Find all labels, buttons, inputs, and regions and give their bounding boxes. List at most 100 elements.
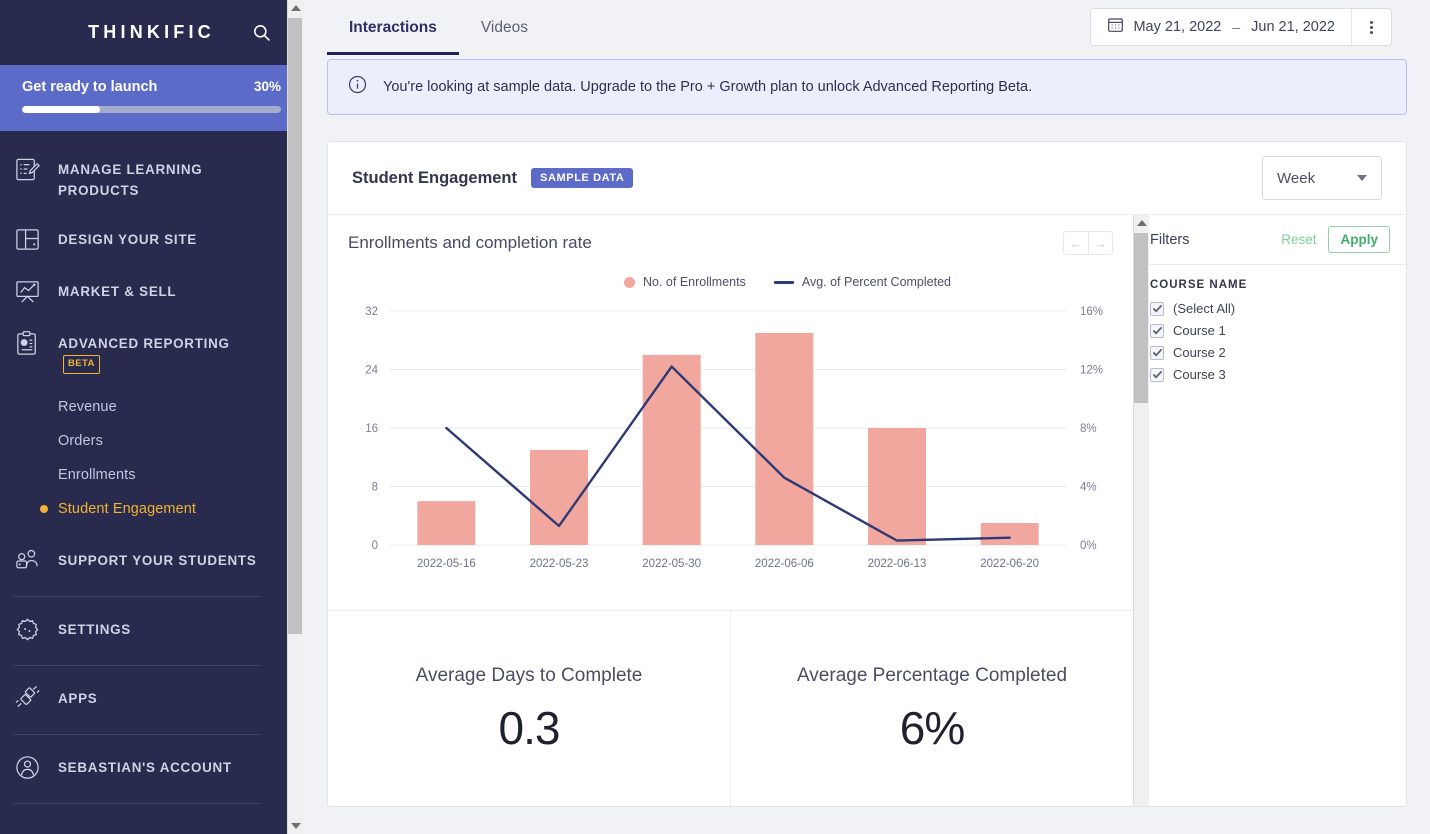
chart-container: Enrollments and completion rate ← → No. … — [328, 215, 1133, 610]
sidebar-subitem-label: Student Engagement — [58, 501, 197, 518]
checkbox-checked-icon[interactable] — [1150, 301, 1164, 316]
sidebar-item-label: ADVANCED REPORTING BETA — [58, 332, 263, 376]
card-scrollbar-thumb[interactable] — [1134, 233, 1148, 403]
tab-videos[interactable]: Videos — [459, 0, 550, 55]
filter-option-select-all[interactable]: (Select All) — [1150, 301, 1390, 316]
sidebar-header: THINKIFIC — [0, 0, 303, 65]
stat-value: 6% — [899, 701, 965, 754]
sidebar-item-revenue[interactable]: Revenue — [0, 390, 281, 424]
reset-button[interactable]: Reset — [1281, 232, 1316, 247]
filter-option-label: Course 3 — [1173, 367, 1226, 382]
active-indicator-dot — [40, 505, 48, 514]
sidebar-item-label: MARKET & SELL — [58, 283, 177, 299]
filter-option-course-2[interactable]: Course 2 — [1150, 345, 1390, 360]
apply-button[interactable]: Apply — [1328, 226, 1390, 253]
sidebar-item-enrollments[interactable]: Enrollments — [0, 458, 281, 492]
filters-title: Filters — [1150, 231, 1190, 248]
chart-svg: 0 8 16 24 32 0% 4% 8% 12% 16% 2022-05-16 2022-05-23… — [365, 306, 1103, 570]
chevron-down-icon — [1357, 175, 1367, 181]
svg-text:2022-06-20: 2022-06-20 — [980, 558, 1039, 570]
scroll-up-arrow-icon[interactable] — [1134, 215, 1150, 231]
svg-text:2022-06-06: 2022-06-06 — [755, 558, 814, 570]
scroll-down-arrow-icon[interactable] — [288, 818, 304, 834]
main-area: Interactions Videos May 21, 2022 – Jun 2… — [303, 0, 1430, 834]
app-root: THINKIFIC Get ready to launch 30% MANAGE… — [0, 0, 1430, 834]
sidebar-item-design-your-site[interactable]: DESIGN YOUR SITE — [0, 215, 281, 267]
sidebar-item-label: APPS — [58, 691, 98, 707]
period-select-value: Week — [1277, 169, 1316, 187]
svg-text:4%: 4% — [1080, 482, 1097, 494]
card-body: Enrollments and completion rate ← → No. … — [328, 214, 1406, 806]
launch-progress-panel[interactable]: Get ready to launch 30% — [0, 65, 303, 131]
banner-text: You're looking at sample data. Upgrade t… — [383, 79, 1033, 95]
sidebar-item-market-and-sell[interactable]: MARKET & SELL — [0, 267, 281, 319]
checkbox-checked-icon[interactable] — [1150, 367, 1164, 382]
sidebar-item-student-engagement[interactable]: Student Engagement — [0, 492, 281, 526]
filter-option-label: Course 2 — [1173, 345, 1226, 360]
svg-text:2022-06-13: 2022-06-13 — [868, 558, 927, 570]
clipboard-chart-icon — [14, 330, 42, 358]
sidebar-item-support-your-students[interactable]: SUPPORT YOUR STUDENTS — [0, 536, 281, 588]
date-range-button[interactable]: May 21, 2022 – Jun 21, 2022 — [1091, 9, 1351, 45]
sidebar-item-orders[interactable]: Orders — [0, 424, 281, 458]
tab-interactions[interactable]: Interactions — [327, 0, 459, 55]
sidebar-item-apps[interactable]: APPS — [0, 674, 281, 726]
sidebar-item-account[interactable]: SEBASTIAN'S ACCOUNT — [0, 743, 281, 795]
sidebar-scroll-area: MANAGE LEARNING PRODUCTS DESIGN YOUR SIT… — [0, 131, 303, 834]
people-icon — [14, 547, 42, 575]
date-range-picker[interactable]: May 21, 2022 – Jun 21, 2022 — [1090, 8, 1392, 46]
sidebar-item-manage-learning-products[interactable]: MANAGE LEARNING PRODUCTS — [0, 145, 281, 215]
sidebar-item-advanced-reporting[interactable]: ADVANCED REPORTING BETA — [0, 319, 281, 389]
svg-text:16%: 16% — [1080, 306, 1103, 318]
legend-item-enrollments: No. of Enrollments — [624, 275, 746, 289]
legend-label: No. of Enrollments — [643, 275, 746, 289]
chart-title: Enrollments and completion rate — [348, 233, 592, 252]
search-icon[interactable] — [249, 21, 273, 45]
filter-option-course-3[interactable]: Course 3 — [1150, 367, 1390, 382]
sidebar-item-settings[interactable]: SETTINGS — [0, 605, 281, 657]
kebab-menu-icon[interactable] — [1351, 9, 1391, 45]
card-header: Student Engagement SAMPLE DATA Week — [328, 142, 1406, 214]
content-area: You're looking at sample data. Upgrade t… — [303, 55, 1430, 834]
legend-label: Avg. of Percent Completed — [801, 275, 951, 289]
chart-plot-area: 0 8 16 24 32 0% 4% 8% 12% 16% 2022-05-16 2022-05-23… — [342, 303, 1113, 583]
svg-text:16: 16 — [365, 423, 378, 435]
chart-next-button[interactable]: → — [1088, 232, 1112, 254]
scroll-down-arrow-icon[interactable] — [1134, 803, 1150, 806]
stat-label: Average Days to Complete — [415, 664, 643, 686]
date-range-separator: – — [1232, 19, 1241, 35]
svg-text:2022-05-30: 2022-05-30 — [642, 558, 701, 570]
period-select[interactable]: Week — [1262, 156, 1382, 200]
svg-text:0%: 0% — [1080, 540, 1097, 552]
status-badge: SAMPLE DATA — [531, 168, 634, 188]
sidebar-subitem-label: Revenue — [58, 399, 117, 416]
sample-data-banner: You're looking at sample data. Upgrade t… — [327, 59, 1407, 115]
filters-panel: Filters Reset Apply COURSE NAME (Select … — [1134, 215, 1406, 806]
sidebar-item-label: SETTINGS — [58, 622, 131, 638]
date-range-start: May 21, 2022 — [1133, 19, 1222, 35]
page-title: Student Engagement — [352, 168, 518, 187]
student-engagement-card: Student Engagement SAMPLE DATA Week Enro… — [327, 141, 1407, 807]
gear-icon — [14, 616, 42, 644]
chart-prev-button[interactable]: ← — [1064, 232, 1088, 254]
stat-average-days-to-complete: Average Days to Complete 0.3 — [328, 611, 730, 806]
card-scrollbar[interactable] — [1133, 215, 1150, 806]
checkbox-checked-icon[interactable] — [1150, 345, 1164, 360]
svg-text:24: 24 — [365, 365, 378, 377]
sidebar-item-label: MANAGE LEARNING PRODUCTS — [58, 162, 203, 198]
sidebar-subitem-label: Orders — [58, 433, 103, 450]
scroll-up-arrow-icon[interactable] — [288, 0, 304, 16]
sidebar-item-label: DESIGN YOUR SITE — [58, 231, 197, 247]
sidebar-scrollbar-thumb[interactable] — [288, 18, 302, 634]
checkbox-checked-icon[interactable] — [1150, 323, 1164, 338]
launch-percent: 30% — [253, 79, 281, 94]
filter-option-course-1[interactable]: Course 1 — [1150, 323, 1390, 338]
date-range-end: Jun 21, 2022 — [1251, 19, 1335, 35]
sidebar-item-text: ADVANCED REPORTING — [58, 335, 230, 351]
sidebar-divider — [14, 665, 261, 667]
filters-body: COURSE NAME (Select All) Course 1 Course… — [1134, 265, 1406, 382]
sidebar-scrollbar[interactable] — [287, 0, 303, 834]
svg-text:2022-05-16: 2022-05-16 — [417, 558, 476, 570]
top-bar: Interactions Videos May 21, 2022 – Jun 2… — [303, 0, 1430, 55]
sidebar-subitem-label: Enrollments — [58, 467, 136, 484]
